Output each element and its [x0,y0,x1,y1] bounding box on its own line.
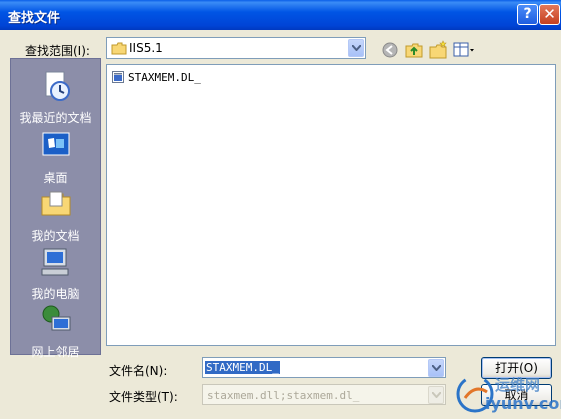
place-recent-documents[interactable]: 我最近的文档 [11,69,100,126]
place-desktop[interactable]: 桌面 [11,129,100,186]
place-label: 我的文档 [31,229,80,243]
file-list[interactable]: STAXMEM.DL_ [106,64,556,346]
my-documents-icon [41,191,70,216]
title-bar: 查找文件 ? ✕ [0,0,561,30]
filetype-value: staxmem.dll;staxmem.dl_ [207,389,360,402]
place-label: 桌面 [43,171,68,185]
chevron-down-icon [352,45,361,51]
close-button[interactable]: ✕ [539,4,560,25]
look-in-value: IIS5.1 [129,41,163,55]
chevron-down-icon [432,365,441,371]
look-in-dropdown-button[interactable] [348,39,364,57]
filetype-dropdown-button[interactable] [428,386,444,404]
place-network-places[interactable]: 网上邻居 [11,303,100,360]
desktop-icon [42,132,69,156]
places-bar: 我最近的文档 桌面 我的文档 我的电脑 网上邻居 [10,58,101,359]
view-menu-icon[interactable] [452,40,476,60]
window-title: 查找文件 [8,11,61,26]
filename-field[interactable]: STAXMEM.DL_ [202,357,446,378]
back-icon[interactable] [380,40,400,60]
up-folder-icon[interactable] [404,40,424,60]
place-label: 网上邻居 [31,345,80,359]
list-item[interactable]: STAXMEM.DL_ [111,69,201,85]
watermark-url: iyunv.com [485,394,561,413]
watermark-title: 运维网 [495,376,541,394]
new-folder-icon[interactable] [428,40,448,60]
network-places-icon [42,305,70,331]
file-name: STAXMEM.DL_ [128,70,201,84]
place-my-documents[interactable]: 我的文档 [11,187,100,244]
help-button[interactable]: ? [517,4,538,25]
recent-documents-icon [45,71,70,101]
file-icon [112,71,124,83]
my-computer-icon [41,248,68,276]
place-label: 我的电脑 [31,287,80,301]
filename-value: STAXMEM.DL_ [205,361,280,374]
watermark: 运维网 iyunv.com [455,372,561,416]
filename-dropdown-button[interactable] [428,359,444,377]
place-my-computer[interactable]: 我的电脑 [11,245,100,302]
chevron-down-icon [432,392,441,398]
folder-icon [111,42,127,55]
filename-label: 文件名(N): [109,364,168,378]
look-in-label: 查找范围(I): [25,44,90,58]
filetype-label: 文件类型(T): [109,390,178,404]
place-label: 我最近的文档 [19,111,92,125]
filetype-select[interactable]: staxmem.dll;staxmem.dl_ [202,384,446,405]
look-in-combo[interactable]: IIS5.1 [106,37,366,59]
